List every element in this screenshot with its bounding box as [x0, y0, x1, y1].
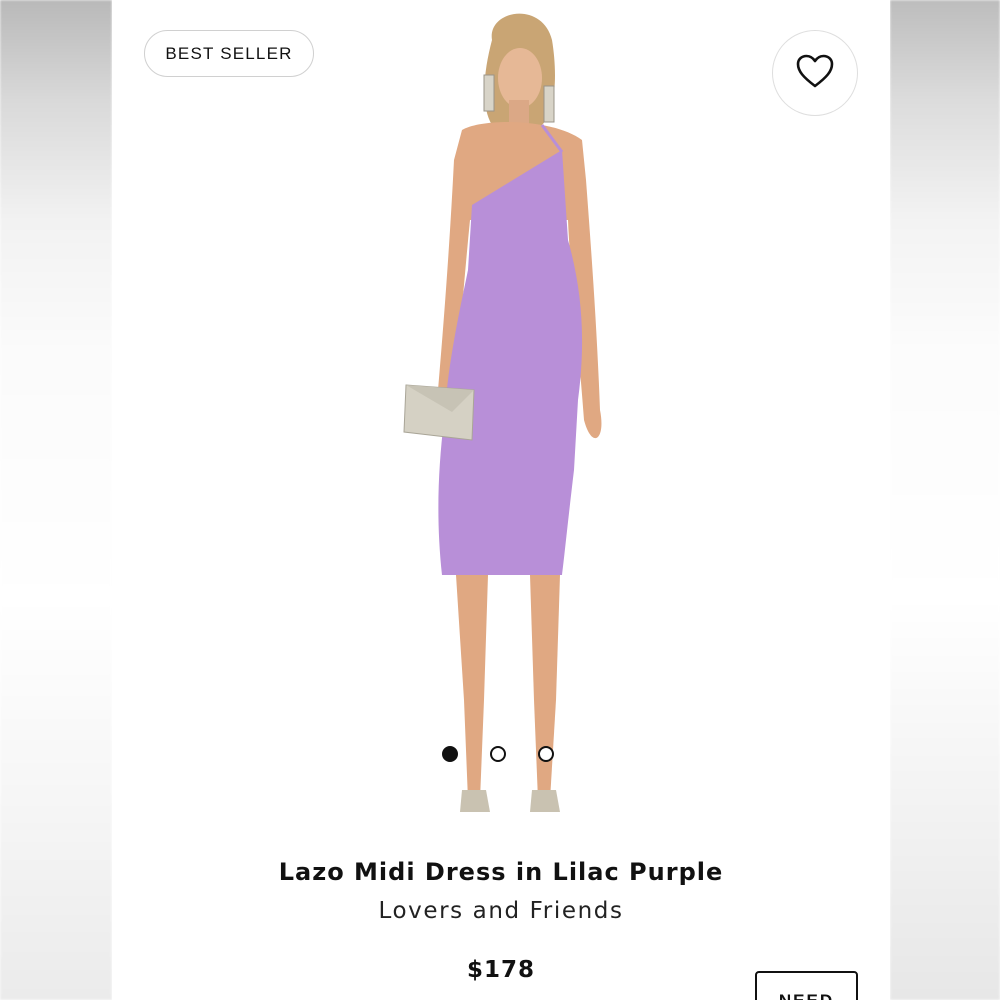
- need-button[interactable]: NEED: [755, 971, 858, 1000]
- carousel-dot-3[interactable]: [538, 746, 554, 762]
- right-blur-gutter: [890, 0, 1000, 1000]
- product-brand[interactable]: Lovers and Friends: [112, 898, 890, 924]
- carousel-dots: [442, 746, 562, 766]
- product-card: BEST SELLER Lazo Midi Dress in Lilac Pur…: [112, 0, 890, 1000]
- favorite-button[interactable]: [772, 30, 858, 116]
- best-seller-badge: BEST SELLER: [144, 30, 314, 77]
- product-image[interactable]: [392, 0, 632, 830]
- carousel-dot-2[interactable]: [490, 746, 506, 762]
- carousel-dot-1[interactable]: [442, 746, 458, 762]
- heart-icon: [795, 53, 835, 93]
- left-blur-gutter: [0, 0, 112, 1000]
- product-title: Lazo Midi Dress in Lilac Purple: [278, 858, 724, 886]
